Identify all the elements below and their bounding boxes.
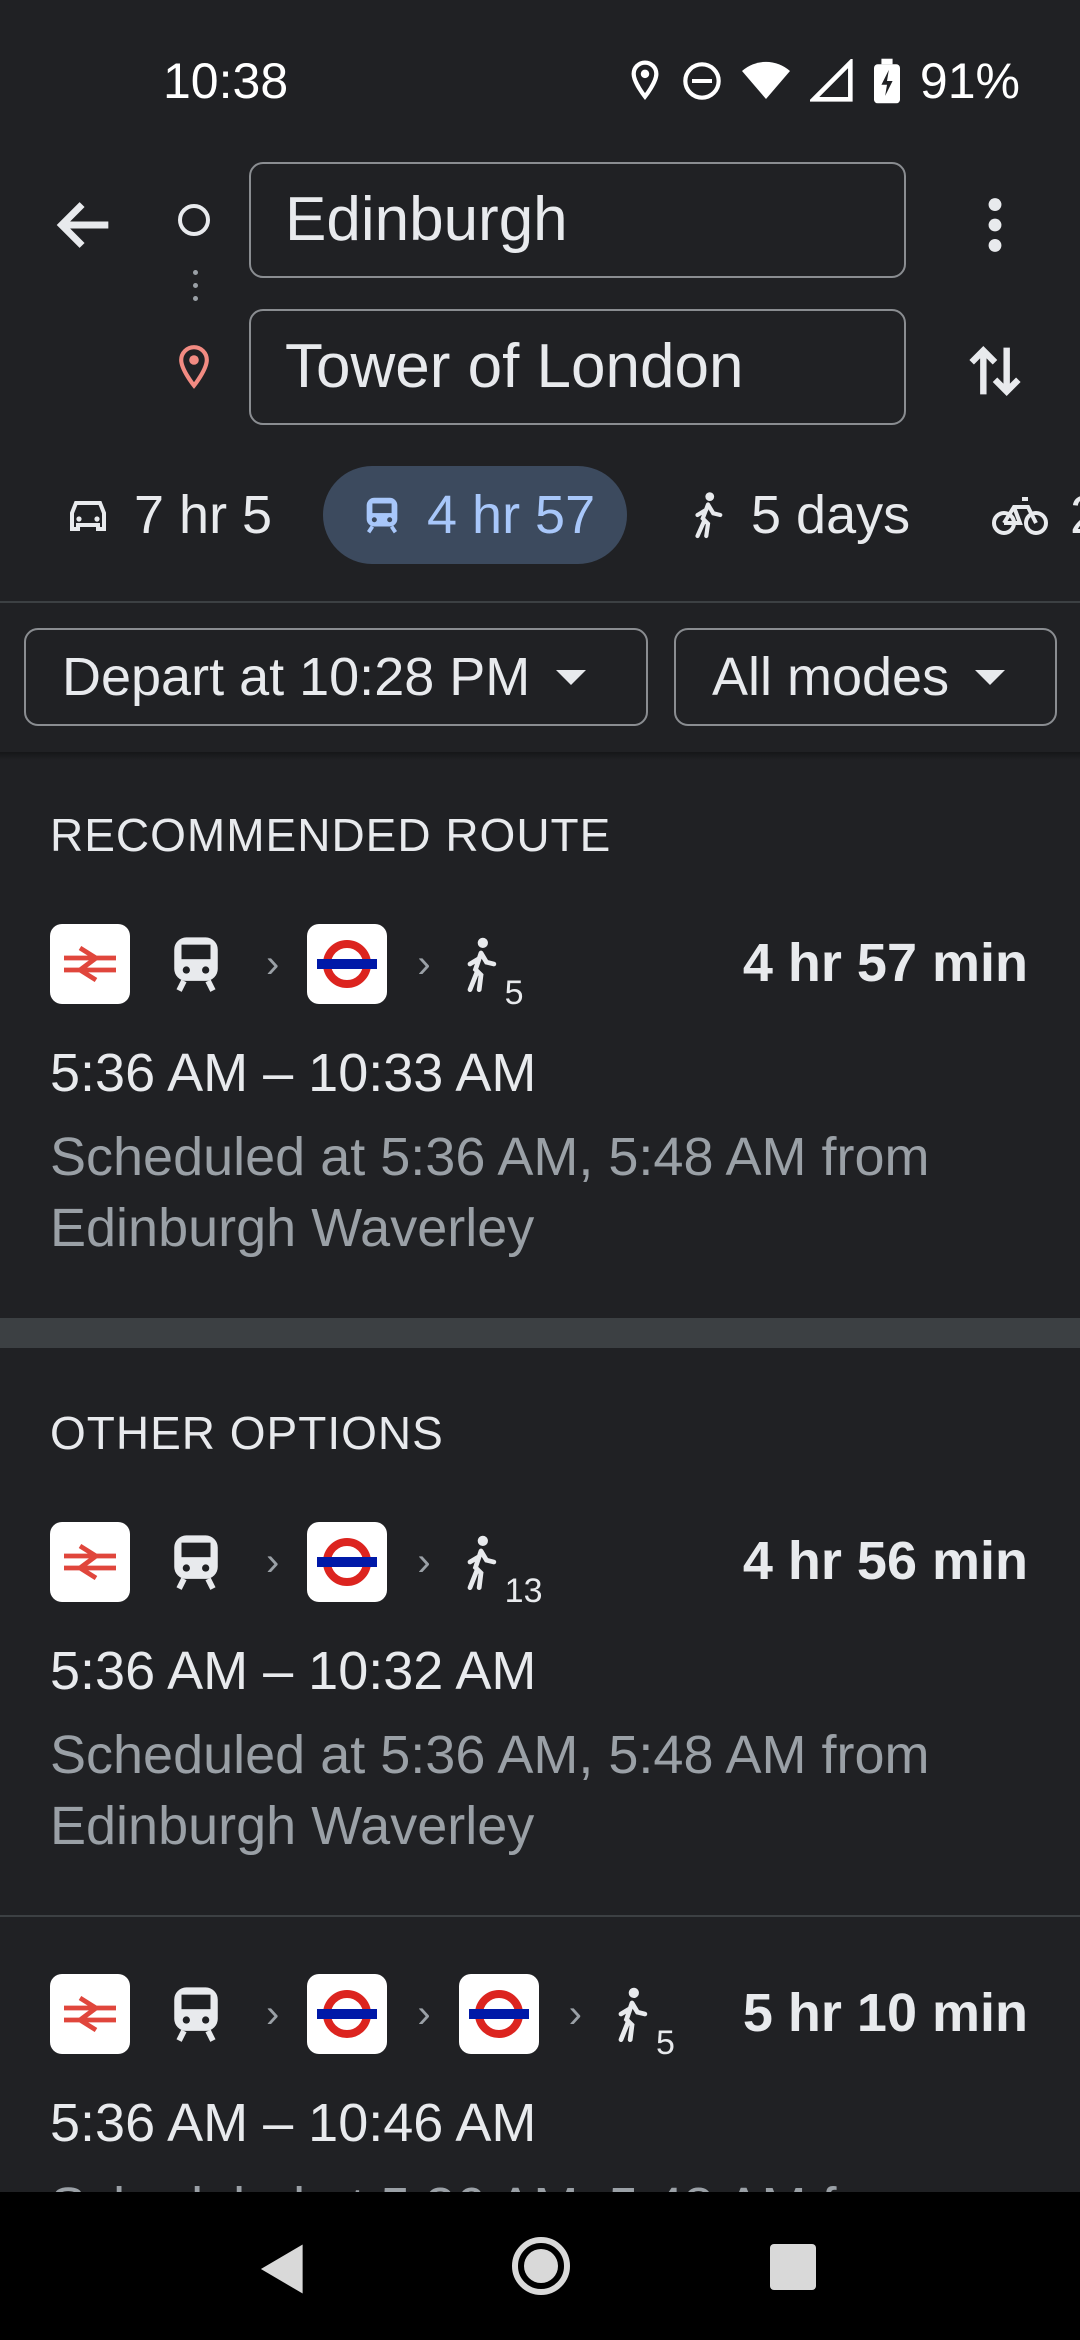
london-underground-icon [307, 1974, 388, 2054]
destination-input[interactable]: Tower of London [249, 309, 906, 425]
tab-drive[interactable]: 7 hr 5 [64, 466, 272, 564]
route-duration: 4 hr 56 min [742, 1531, 1028, 1591]
section-separator [0, 1318, 1080, 1348]
walk-step: 5 [459, 927, 524, 1012]
chevron-right-icon: › [417, 1539, 431, 1584]
signal-icon [809, 59, 853, 102]
national-rail-icon [50, 1522, 130, 1602]
travel-mode-tabs: 7 hr 5 4 hr 57 5 days 2 [0, 466, 1080, 576]
route-schedule: Scheduled at 5:36 AM, 5:48 AM from Edinb… [50, 1127, 930, 1258]
car-icon [70, 501, 106, 531]
walk-minutes: 5 [655, 2024, 675, 2062]
route-option[interactable]: › › › 5 5 hr 10 min 5:36 AM – 10:46 AM S… [0, 1974, 1080, 2192]
wifi-icon [741, 61, 790, 99]
route-steps: › › 5 [50, 924, 524, 1012]
tab-transit[interactable]: 4 hr 57 [323, 466, 628, 564]
london-underground-icon [307, 1522, 388, 1602]
chevron-right-icon: › [266, 1539, 280, 1584]
walking-icon [618, 1987, 648, 2043]
route-times: 5:36 AM – 10:33 AM [50, 1043, 537, 1103]
route-steps: › › 13 [50, 1522, 542, 1610]
chevron-right-icon: › [417, 1991, 431, 2036]
london-underground-icon [458, 1974, 539, 2054]
recommended-route-heading: RECOMMENDED ROUTE [50, 809, 612, 861]
train-icon [156, 1522, 236, 1602]
location-icon [631, 60, 659, 100]
depart-time-label: Depart at 10:28 PM [62, 647, 531, 707]
back-arrow-icon[interactable] [50, 190, 120, 260]
walk-minutes: 5 [504, 974, 524, 1012]
train-icon [156, 1974, 236, 2054]
route-duration: 5 hr 10 min [742, 1983, 1028, 2043]
chevron-right-icon: › [417, 941, 431, 986]
tab-bike-label: 2 [1070, 484, 1080, 546]
route-connector-dots [193, 262, 198, 309]
transit-modes-dropdown[interactable]: All modes [674, 628, 1057, 726]
chevron-right-icon: › [266, 941, 280, 986]
tab-walk-label: 5 days [751, 485, 911, 545]
national-rail-icon [50, 924, 130, 1004]
destination-pin-icon [179, 345, 209, 389]
nav-recents-icon[interactable] [770, 2244, 816, 2290]
route-times: 5:36 AM – 10:46 AM [50, 2093, 537, 2153]
route-option-recommended[interactable]: › › 5 4 hr 57 min 5:36 AM – 10:33 AM Sch… [0, 924, 1080, 1264]
route-list-viewport: › › › 5 5 hr 10 min 5:36 AM – 10:46 AM S… [0, 1917, 1080, 2192]
route-schedule: Scheduled at 5:36 AM, 5:48 AM from Edinb… [50, 1725, 930, 1856]
tab-transit-label: 4 hr 57 [427, 485, 596, 545]
train-icon [156, 924, 236, 1004]
battery-percent: 91% [919, 53, 1020, 109]
header-shadow [0, 752, 1080, 760]
tab-bike[interactable]: 2 [992, 466, 1080, 564]
chevron-right-icon: › [568, 1991, 582, 2036]
bicycle-icon [992, 497, 1048, 535]
more-options-icon[interactable] [960, 190, 1030, 260]
battery-icon [873, 58, 900, 104]
walking-icon [695, 492, 723, 539]
dropdown-caret-icon [556, 669, 587, 685]
route-duration: 4 hr 57 min [742, 933, 1028, 993]
origin-input[interactable]: Edinburgh [249, 162, 906, 278]
london-underground-icon [307, 924, 388, 1004]
divider [0, 601, 1080, 603]
other-options-heading: OTHER OPTIONS [50, 1407, 444, 1459]
chevron-right-icon: › [266, 1991, 280, 2036]
dropdown-caret-icon [975, 669, 1006, 685]
swap-directions-icon[interactable] [960, 336, 1030, 406]
transit-icon [366, 497, 398, 534]
route-times: 5:36 AM – 10:32 AM [50, 1641, 537, 1701]
nav-home-icon[interactable] [512, 2237, 570, 2295]
nav-back-icon[interactable] [258, 2242, 308, 2296]
walking-icon [467, 1535, 496, 1591]
tab-drive-label: 7 hr 5 [134, 485, 273, 545]
depart-time-dropdown[interactable]: Depart at 10:28 PM [24, 628, 648, 726]
status-time: 10:38 [163, 53, 289, 109]
walk-minutes: 13 [504, 1572, 543, 1610]
transit-modes-label: All modes [712, 647, 950, 707]
status-icons: 91% [628, 52, 1020, 110]
walk-step: 13 [459, 1525, 542, 1610]
walking-icon [467, 937, 496, 993]
route-option[interactable]: › › 13 4 hr 56 min 5:36 AM – 10:32 AM Sc… [0, 1522, 1080, 1882]
national-rail-icon [50, 1974, 130, 2054]
walk-step: 5 [610, 1977, 675, 2062]
do-not-disturb-icon [683, 62, 721, 100]
route-steps: › › › 5 [50, 1974, 675, 2062]
origin-marker [178, 204, 210, 236]
route-schedule: Scheduled at 5:36 AM, 5:48 AM from Edinb… [50, 2172, 1010, 2192]
tab-walk[interactable]: 5 days [687, 466, 910, 564]
